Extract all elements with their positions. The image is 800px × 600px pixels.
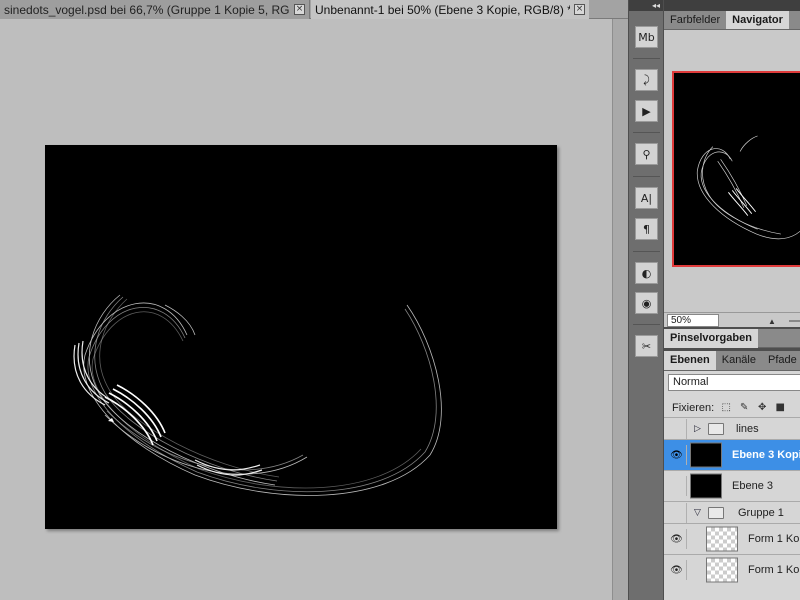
eye-icon[interactable]: 👁 — [667, 529, 687, 549]
visibility-toggle[interactable] — [667, 418, 687, 439]
document-tab-title: sinedots_vogel.psd bei 66,7% (Gruppe 1 K… — [4, 2, 290, 17]
layer-name: Form 1 Kop — [748, 533, 800, 545]
panel-grip — [664, 0, 800, 11]
tab-farbfelder[interactable]: Farbfelder — [664, 11, 726, 29]
layer-thumbnail — [706, 557, 738, 583]
collapse-arrow-icon[interactable]: ▽ — [694, 508, 701, 518]
dock-divider — [633, 132, 660, 133]
navigator-preview-image — [696, 135, 800, 240]
folder-icon — [708, 506, 724, 519]
artwork-swirl — [73, 294, 442, 496]
document-tab-title: Unbenannt-1 bei 50% (Ebene 3 Kopie, RGB/… — [315, 2, 570, 17]
lock-image-icon[interactable]: ✎ — [738, 402, 750, 414]
layer-thumbnail — [706, 526, 738, 552]
layer-name: lines — [736, 422, 759, 435]
layer-row[interactable]: 👁 Form 1 Kop — [664, 523, 800, 554]
panel-icon-dock: ◂◂ Mb ⤸ ▶ ⚲ A| ¶ ◐ ◉ ✂ — [628, 0, 664, 600]
dock-divider — [633, 324, 660, 325]
document-canvas[interactable] — [45, 145, 557, 529]
zoom-slider[interactable] — [789, 320, 800, 322]
zoom-field[interactable]: 50% — [667, 314, 719, 327]
navigator-panel — [664, 30, 800, 312]
vertical-scrollbar[interactable] — [612, 19, 628, 600]
tab-pfade[interactable]: Pfade — [762, 351, 800, 370]
zoom-out-icon[interactable]: ▲ — [768, 317, 776, 326]
collapse-dock-icon[interactable]: ◂◂ — [629, 0, 663, 11]
close-icon[interactable]: × — [294, 4, 305, 15]
dock-divider — [633, 58, 660, 59]
close-icon[interactable]: × — [574, 4, 585, 15]
layer-list: ▷ lines 👁 Ebene 3 Kopie Ebene 3 ▽ Gruppe… — [664, 417, 800, 585]
layer-row[interactable]: 👁 Form 1 Kop — [664, 554, 800, 585]
adjustments-icon[interactable]: ◐ — [635, 262, 658, 284]
layer-name: Ebene 3 — [732, 480, 773, 492]
masks-icon[interactable]: ◉ — [635, 292, 658, 314]
layer-name: Form 1 Kop — [748, 564, 800, 576]
expand-arrow-icon[interactable]: ▷ — [694, 424, 701, 434]
history-icon[interactable]: ⤸ — [635, 69, 658, 91]
layer-row-selected[interactable]: 👁 Ebene 3 Kopie — [664, 439, 800, 470]
dock-divider — [633, 176, 660, 177]
character-icon[interactable]: A| — [635, 187, 658, 209]
canvas-area[interactable] — [0, 19, 612, 600]
document-tab-sinedots[interactable]: sinedots_vogel.psd bei 66,7% (Gruppe 1 K… — [0, 0, 310, 19]
eye-icon[interactable]: 👁 — [667, 560, 687, 580]
tab-ebenen[interactable]: Ebenen — [664, 351, 716, 370]
right-panel-column: Farbfelder Navigator 50% ▲ Pinselvorgabe… — [664, 0, 800, 600]
mini-bridge-icon[interactable]: Mb — [635, 26, 658, 48]
tab-navigator[interactable]: Navigator — [726, 11, 789, 29]
layer-row[interactable]: ▽ Gruppe 1 — [664, 501, 800, 523]
tools-icon[interactable]: ✂ — [635, 335, 658, 357]
lock-row: Fixieren: ⬚ ✎ ✥ ■ — [664, 399, 800, 417]
lock-label: Fixieren: — [672, 402, 715, 414]
eye-icon[interactable]: 👁 — [667, 445, 687, 465]
layers-tab-row: Ebenen Kanäle Pfade — [664, 351, 800, 371]
layers-panel: Normal Fixieren: ⬚ ✎ ✥ ■ ▷ lines 👁 Ebene… — [664, 371, 800, 600]
navigator-zoom-row: 50% ▲ — [664, 312, 800, 327]
layer-row[interactable]: ▷ lines — [664, 417, 800, 439]
lock-all-icon[interactable]: ■ — [774, 402, 786, 414]
lock-transparent-icon[interactable]: ⬚ — [720, 402, 732, 414]
brush-presets-tab-row: Pinselvorgaben — [664, 329, 800, 348]
navigator-preview[interactable] — [672, 71, 800, 267]
dock-divider — [633, 251, 660, 252]
visibility-toggle[interactable] — [667, 502, 687, 523]
visibility-toggle[interactable] — [667, 476, 687, 496]
lock-position-icon[interactable]: ✥ — [756, 402, 768, 414]
clone-source-icon[interactable]: ⚲ — [635, 143, 658, 165]
document-tab-bar: sinedots_vogel.psd bei 66,7% (Gruppe 1 K… — [0, 0, 628, 19]
blend-mode-select[interactable]: Normal — [668, 374, 800, 391]
layer-name: Ebene 3 Kopie — [732, 449, 800, 461]
paragraph-icon[interactable]: ¶ — [635, 218, 658, 240]
navigator-tab-row: Farbfelder Navigator — [664, 11, 800, 30]
document-tab-unbenannt[interactable]: Unbenannt-1 bei 50% (Ebene 3 Kopie, RGB/… — [311, 0, 589, 19]
layer-name: Gruppe 1 — [738, 506, 784, 519]
layer-row[interactable]: Ebene 3 — [664, 470, 800, 501]
tab-kanaele[interactable]: Kanäle — [716, 351, 762, 370]
actions-play-icon[interactable]: ▶ — [635, 100, 658, 122]
folder-icon — [708, 422, 724, 435]
layer-thumbnail — [690, 442, 722, 468]
layer-thumbnail — [690, 473, 722, 499]
tab-pinselvorgaben[interactable]: Pinselvorgaben — [664, 329, 758, 348]
